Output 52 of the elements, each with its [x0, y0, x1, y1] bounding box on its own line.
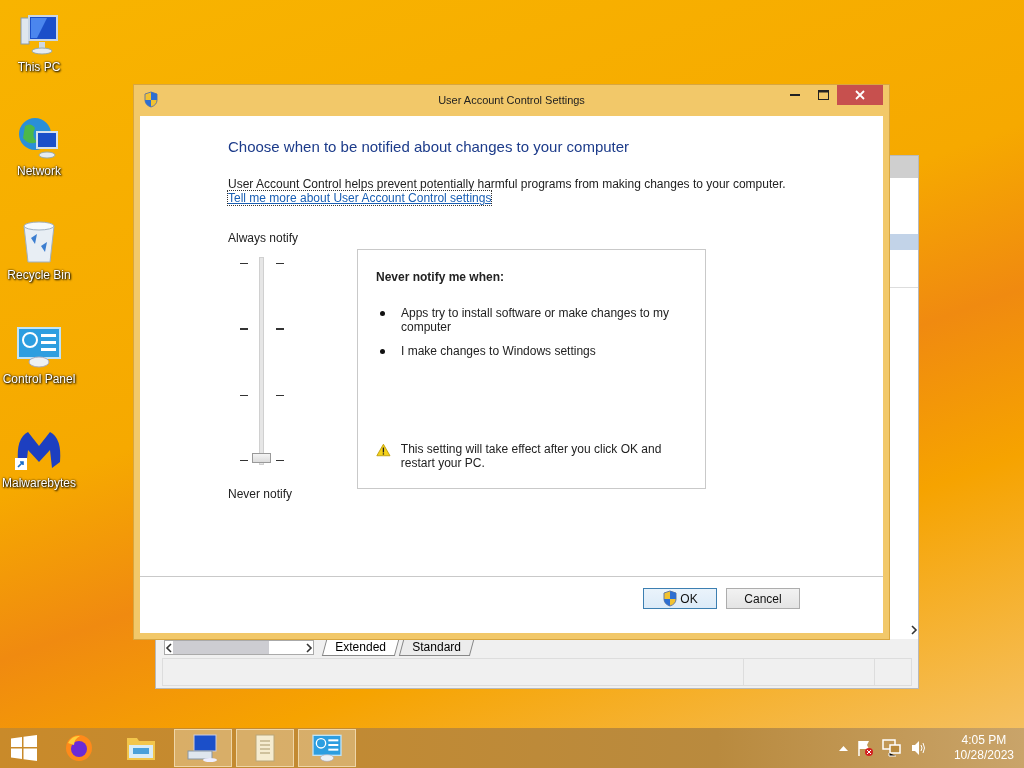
speaker-icon[interactable] — [909, 739, 928, 757]
shield-icon — [143, 90, 159, 108]
warning-icon — [376, 442, 391, 458]
close-button[interactable] — [837, 85, 883, 105]
minimize-icon — [790, 94, 800, 96]
dialog-button[interactable]: OK — [643, 588, 717, 609]
scroll-icon[interactable] — [252, 733, 278, 763]
recycle-bin-icon — [21, 220, 57, 264]
flag-error-icon[interactable] — [855, 739, 874, 757]
notification-slider[interactable] — [240, 257, 284, 467]
taskbar-button[interactable] — [174, 729, 232, 767]
icon-label[interactable]: This PC — [17, 60, 61, 74]
clock-date: 10/28/2023 — [953, 748, 1014, 763]
control-panel-icon — [16, 326, 62, 368]
bullet-icon — [380, 311, 385, 316]
firefox-icon[interactable] — [64, 733, 94, 763]
computer-icon — [17, 14, 61, 56]
help-link[interactable]: Tell me more about User Account Control settings — [228, 191, 492, 205]
bullet-text: I make changes to Windows settings — [401, 344, 596, 358]
info-title: Never notify me when: — [376, 270, 506, 284]
sheet-tab[interactable]: Standard — [398, 640, 474, 656]
slider-thumb[interactable] — [252, 453, 271, 463]
horizontal-scrollbar[interactable] — [164, 640, 314, 655]
dialog-heading: Choose when to be notified about changes to your computer — [228, 138, 631, 155]
slider-top-label: Always notify — [228, 231, 300, 245]
bullet-text: Apps try to install software or make changes to my computer — [401, 306, 671, 334]
network-icon[interactable] — [881, 739, 902, 757]
chevron-right-icon[interactable] — [305, 642, 313, 653]
dialog-button[interactable]: Cancel — [726, 588, 800, 609]
clock[interactable]: 4:05 PM 10/28/2023 — [953, 733, 1014, 763]
clock-time: 4:05 PM — [961, 733, 1007, 748]
control-panel-icon[interactable] — [311, 734, 343, 762]
chevron-left-icon[interactable] — [165, 642, 173, 653]
slider-bottom-label: Never notify — [228, 487, 294, 501]
maximize-icon — [817, 90, 829, 100]
windows-logo-icon — [11, 735, 37, 761]
bullet-icon — [380, 349, 385, 354]
description-text: User Account Control helps prevent potentially harmful programs from making changes to your computer. — [228, 177, 787, 191]
shield-icon — [662, 590, 679, 607]
icon-label[interactable]: Network — [17, 164, 61, 178]
computer-keyboard-icon[interactable] — [186, 733, 220, 763]
icon-label[interactable]: Malwarebytes — [2, 476, 76, 490]
close-icon — [855, 90, 865, 100]
caret-up-icon[interactable] — [838, 745, 848, 751]
taskbar-button[interactable] — [298, 729, 356, 767]
window-title: User Account Control Settings — [437, 94, 586, 106]
icon-label[interactable]: Recycle Bin — [7, 268, 71, 282]
globe-computer-icon — [17, 116, 61, 160]
icon-label[interactable]: Control Panel — [2, 372, 76, 386]
warning-text: This setting will take effect after you click OK and restart your PC. — [400, 442, 663, 470]
chevron-right-icon[interactable] — [910, 625, 918, 635]
sheet-tab[interactable]: Extended — [321, 640, 399, 656]
